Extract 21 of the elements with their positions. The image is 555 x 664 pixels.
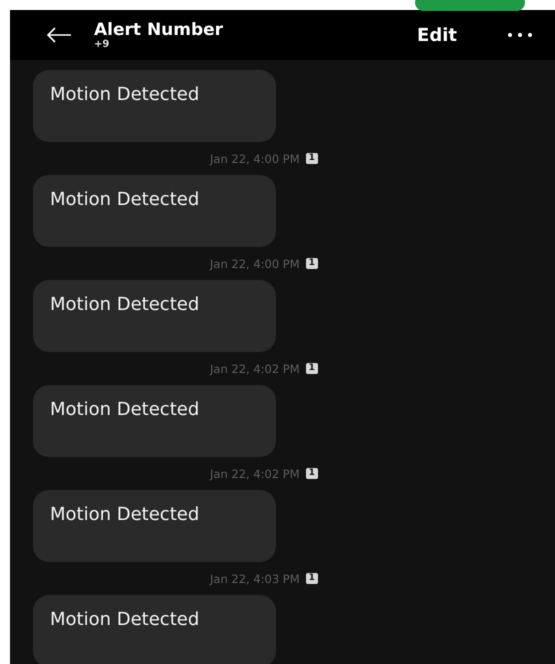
message-bubble: Motion Detected xyxy=(33,280,276,352)
contact-name: Alert Number xyxy=(94,20,224,40)
sim-badge: 1 xyxy=(306,468,318,479)
edit-button[interactable]: Edit xyxy=(417,24,457,46)
sim-badge: 1 xyxy=(306,153,318,164)
phone-number: +9 xyxy=(94,40,110,50)
message-bubble: Motion Detected xyxy=(33,595,276,664)
message-bubble: Motion Detected xyxy=(33,490,276,562)
message-bubble: Motion Detected xyxy=(33,70,276,142)
message-bubble: Motion Detected xyxy=(33,175,276,247)
message-time: Jan 22, 4:02 PM xyxy=(210,466,300,480)
message-time: Jan 22, 4:02 PM xyxy=(210,362,300,376)
message-bubble: Motion Detected xyxy=(33,385,276,457)
more-icon[interactable] xyxy=(507,32,533,38)
message-time: Jan 22, 4:00 PM xyxy=(210,152,300,166)
message-time: Jan 22, 4:00 PM xyxy=(210,256,300,270)
back-icon[interactable] xyxy=(46,27,72,43)
sim-badge: 1 xyxy=(306,363,318,374)
sim-badge: 1 xyxy=(306,573,318,584)
message-time: Jan 22, 4:03 PM xyxy=(210,572,300,586)
sim-badge: 1 xyxy=(306,258,318,269)
